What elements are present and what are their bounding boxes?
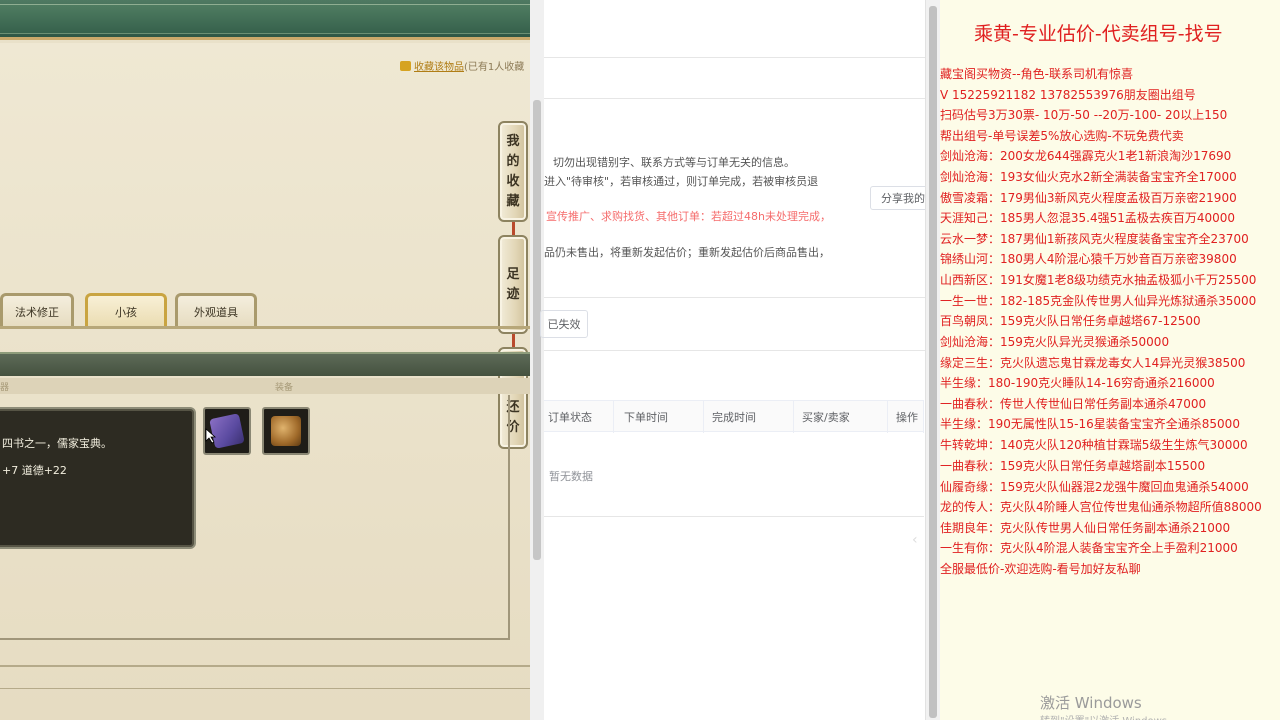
overlay-line: 龙的传人：克火队4阶睡人宫位传世鬼仙通杀物超所值88000	[940, 500, 1262, 514]
table-bottom-border	[544, 516, 924, 517]
overlay-line: 半生缘：190无属性队15-16星装备宝宝齐全通杀85000	[940, 417, 1240, 431]
orders-table-header: 订单状态 下单时间 完成时间 买家/卖家 操作	[544, 400, 924, 433]
overlay-line: 一曲春秋：159克火队日常任务卓越塔副本15500	[940, 459, 1206, 473]
side-button-connector	[512, 220, 515, 236]
overlay-line: 一生一世：182-185克金队传世男人仙异光炼狱通杀35000	[940, 294, 1257, 308]
windows-activation-watermark: 激活 Windows	[1040, 694, 1142, 712]
section-header-bar	[0, 352, 530, 376]
column-header: 装备	[275, 383, 294, 393]
column-header: 器	[0, 383, 10, 393]
overlay-line: 全服最低价-欢迎选购-看号加好友私聊	[940, 562, 1141, 576]
overlay-line: 剑灿沧海：200女龙644强霹克火1老1新浪淘沙17690	[940, 149, 1232, 163]
empty-table-text: 暂无数据	[549, 470, 593, 483]
footprints-char: 迹	[506, 286, 520, 302]
item-description-tooltip: 四书之一，儒家宝典。 +7 道德+22	[0, 407, 196, 549]
web-page: 切勿出现错别字、联系方式等与订单无关的信息。 进入"待审核"，若审核通过，则订单…	[540, 0, 930, 720]
screen: 收藏该物品(已有1人收藏 我 的 收 藏 足 迹 我 的 还 价 法术修正 小孩…	[0, 0, 1280, 720]
overlay-line: 扫码估号3万30票- 10万-50 --20万-100- 20以上150	[940, 108, 1228, 122]
overlay-line: 剑灿沧海：193女仙火克水2新全满装备宝宝齐全17000	[940, 170, 1237, 184]
tab-appearance-items[interactable]: 外观道具	[175, 293, 257, 327]
divider	[544, 57, 930, 58]
overlay-line: 山西新区：191女魔1老8级功绩克水抽孟极狐小千万25500	[940, 273, 1257, 287]
overlay-line: 缘定三生：克火队遗忘鬼甘霖龙毒女人14异光灵猴38500	[940, 356, 1246, 370]
overlay-line: 佳期良年：克火队传世男人仙日常任务副本通杀21000	[940, 521, 1231, 535]
overlay-line: 藏宝阁买物资--角色-联系司机有惊喜	[940, 67, 1133, 81]
left-pane-scrollbar[interactable]	[530, 0, 544, 720]
tab-child[interactable]: 小孩	[85, 293, 167, 327]
th-actions: 操作	[888, 401, 924, 433]
chevron-left-icon[interactable]: ‹	[912, 532, 918, 548]
item-desc-line: +7 道德+22	[2, 464, 67, 477]
scrollbar-thumb[interactable]	[929, 6, 937, 718]
th-order-status: 订单状态	[540, 401, 614, 433]
overlay-line: 锦绣山河：180男人4阶混心猿千万妙音百万亲密39800	[940, 252, 1237, 266]
game-window: 收藏该物品(已有1人收藏 我 的 收 藏 足 迹 我 的 还 价 法术修正 小孩…	[0, 0, 530, 720]
my-favorites-char: 收	[506, 173, 520, 189]
share-button[interactable]: 分享我的	[870, 186, 928, 210]
divider	[544, 350, 930, 351]
panel-divider	[0, 665, 530, 667]
collect-star-icon	[400, 61, 411, 71]
game-title-bar-inner	[0, 4, 530, 34]
overlay-line: 一曲春秋：传世人传世仙日常任务副本通杀47000	[940, 397, 1207, 411]
overlay-line: 天涯知己：185男人忽混35.4强51孟极去疾百万40000	[940, 211, 1236, 225]
mouse-cursor-icon	[205, 428, 217, 444]
shoes-icon	[271, 416, 301, 446]
divider	[544, 98, 930, 99]
overlay-line: 一生有你：克火队4阶混人装备宝宝齐全上手盈利21000	[940, 541, 1238, 555]
item-desc-line: 四书之一，儒家宝典。	[2, 437, 112, 450]
collect-count: (已有1人收藏	[464, 62, 525, 73]
overlay-line: 仙履奇缘：159克火队仙器混2龙强牛魔回血鬼通杀54000	[940, 480, 1249, 494]
overlay-line: V 15225921182 13782553976朋友圈出组号	[940, 88, 1196, 102]
footprints-char: 足	[506, 266, 520, 282]
windows-activation-subtext: 转到"设置"以激活 Windows。	[1040, 712, 1177, 720]
notice-warning-text: 宣传推广、求购找货、其他订单：若超过48h未处理完成，	[546, 210, 831, 223]
overlay-line: 剑灿沧海：159克火队异光灵猴通杀50000	[940, 335, 1170, 349]
overlay-line: 牛转乾坤：140克火队120种植甘霖瑞5级生生炼气30000	[940, 438, 1248, 452]
my-favorites-button[interactable]: 我 的 收 藏	[498, 121, 528, 222]
notice-text: 品仍未售出，将重新发起估价；重新发起估价后商品售出，	[544, 246, 830, 259]
notice-text: 进入"待审核"，若审核通过，则订单完成，若被审核员退	[544, 175, 819, 188]
item-slot-shoes[interactable]	[262, 407, 310, 455]
my-favorites-char: 的	[506, 153, 520, 169]
my-favorites-char: 我	[506, 133, 520, 149]
browser-scrollbar[interactable]	[925, 0, 940, 720]
notice-text: 切勿出现错别字、联系方式等与订单无关的信息。	[553, 156, 795, 169]
column-header-row: 器 装备	[0, 378, 530, 394]
expired-filter-button[interactable]: 已失效	[540, 310, 588, 338]
tab-spell-correction[interactable]: 法术修正	[0, 293, 74, 327]
panel-divider	[0, 688, 530, 689]
my-favorites-char: 藏	[506, 193, 520, 209]
footprints-button[interactable]: 足 迹	[498, 235, 528, 334]
overlay-line: 帮出组号-单号误差5%放心选购-不玩免费代卖	[940, 129, 1184, 143]
tab-underline	[0, 326, 530, 329]
overlay-line: 半生缘：180-190克火睡队14-16穷奇通杀216000	[940, 376, 1215, 390]
game-title-bar	[0, 0, 530, 40]
th-order-time: 下单时间	[616, 401, 704, 433]
overlay-line: 云水一梦：187男仙1新孩风克火程度装备宝宝齐全23700	[940, 232, 1249, 246]
th-complete-time: 完成时间	[704, 401, 794, 433]
overlay-line: 傲雪凌霜：179男仙3新风克火程度孟极百万亲密21900	[940, 191, 1237, 205]
collect-item-link[interactable]: 收藏该物品	[414, 62, 464, 73]
divider	[544, 297, 930, 298]
th-buyer-seller: 买家/卖家	[794, 401, 888, 433]
overlay-title: 乘黄-专业估价-代卖组号-找号	[974, 23, 1223, 45]
overlay-line: 百鸟朝凤：159克火队日常任务卓越塔67-12500	[940, 314, 1201, 328]
collect-item-line: 收藏该物品(已有1人收藏	[400, 58, 524, 73]
